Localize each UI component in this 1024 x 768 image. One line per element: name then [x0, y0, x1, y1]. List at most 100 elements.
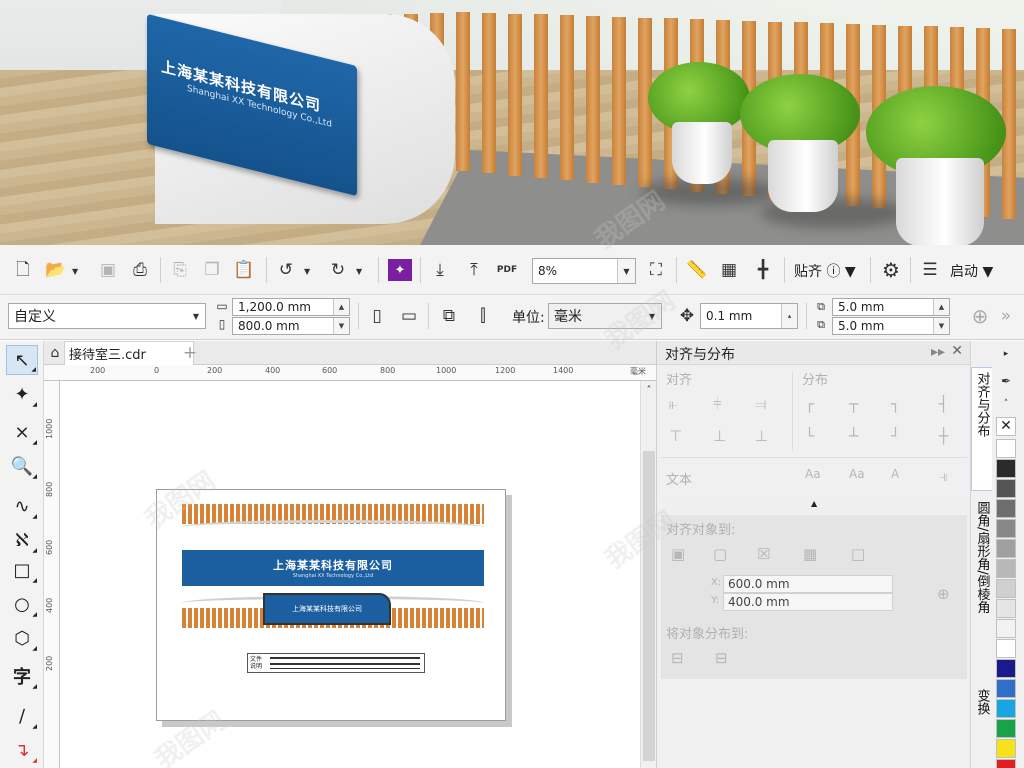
close-icon[interactable]: ✕ [951, 343, 963, 359]
color-swatch[interactable] [996, 599, 1016, 618]
document-page[interactable]: 上海某某科技有限公司 Shanghai XX Technology Co.,Lt… [156, 489, 506, 721]
launch-app-icon[interactable]: ☰ [918, 259, 942, 281]
new-document-icon[interactable]: 🗋 [10, 259, 36, 281]
chevron-up-icon[interactable]: ˄ [643, 385, 655, 397]
paste-icon[interactable]: 📋 [232, 259, 256, 281]
palette-scroll-up-icon[interactable]: ▸ [996, 347, 1016, 361]
chevron-up-icon[interactable]: ▲ [811, 499, 817, 508]
launch-menu[interactable]: 启动 ▼ [950, 261, 993, 281]
distribute-vspacing-icon[interactable]: ┘ [891, 427, 900, 445]
ellipse-tool-icon[interactable]: ○ ◢ [6, 589, 38, 619]
vertical-ruler[interactable]: 1000 800 600 400 200 [44, 381, 60, 768]
distribute-left-icon[interactable]: ┌ [805, 395, 814, 413]
x-coordinate-field[interactable]: 600.0 mm [723, 575, 893, 593]
page-size-select[interactable]: 自定义 ▼ [8, 303, 206, 329]
full-screen-icon[interactable]: ⛶ [644, 259, 668, 281]
distribute-middle-icon[interactable]: ┴ [849, 427, 858, 445]
specified-point-icon[interactable]: □ [851, 545, 865, 563]
align-top-icon[interactable]: ⊤ [669, 427, 682, 445]
import-icon[interactable]: ⤓ [428, 259, 452, 281]
freehand-tool-icon[interactable]: ∿ ◢ [6, 491, 38, 521]
pick-tool-icon[interactable]: ↖ ◢ [6, 345, 38, 375]
text-tool-icon[interactable]: 字 ◢ [6, 661, 38, 691]
vertical-scrollbar[interactable]: ˄ [640, 381, 656, 768]
color-swatch[interactable] [996, 699, 1016, 718]
company-sign-artwork[interactable]: 上海某某科技有限公司 Shanghai XX Technology Co.,Lt… [182, 550, 484, 586]
color-swatch[interactable] [996, 719, 1016, 738]
desk-sign-artwork[interactable]: 上海某某科技有限公司 [263, 593, 391, 625]
duplicate-distance-y-field[interactable]: 5.0 mm ▼ [832, 317, 950, 335]
zoom-tool-icon[interactable]: 🔍 ◢ [6, 451, 38, 481]
text-baseline-icon[interactable]: Aa [805, 467, 821, 481]
align-bottom-icon[interactable]: ⊥ [755, 427, 768, 445]
current-page-icon[interactable]: ⫿ [470, 304, 496, 328]
color-swatch[interactable] [996, 639, 1016, 658]
save-icon[interactable]: ▣ [96, 259, 120, 281]
chevron-down-icon[interactable]: ▼ [304, 267, 310, 276]
nudge-spinner[interactable]: ▴ [781, 304, 797, 328]
dup-x-spinner[interactable]: ▲ [933, 299, 949, 315]
tab-fillet-scallop-chamfer[interactable]: 圆角/扇形角/倒棱角 [971, 497, 993, 657]
shape-tool-icon[interactable]: ✦ ◢ [6, 379, 38, 409]
color-swatch[interactable] [996, 759, 1016, 768]
align-right-icon[interactable]: ⫤ [755, 395, 766, 413]
distribute-bottom-icon[interactable]: ┼ [939, 427, 948, 445]
palette-scroll-icon[interactable]: ˄ [996, 397, 1016, 411]
search-content-icon[interactable]: ✦ [388, 259, 412, 281]
distribute-center-icon[interactable]: ┬ [849, 395, 858, 413]
color-swatch[interactable] [996, 579, 1016, 598]
open-folder-icon[interactable]: 📂 [44, 259, 68, 281]
snap-to-menu[interactable]: 贴齐 ⓘ ▼ [794, 261, 856, 281]
text-bbox-icon[interactable]: A [891, 467, 899, 481]
artistic-media-icon[interactable]: ℵ ◢ [6, 525, 38, 555]
polygon-tool-icon[interactable]: ⬡ ◢ [6, 623, 38, 653]
distribute-right-icon[interactable]: ┤ [939, 395, 948, 413]
undo-icon[interactable]: ↺ [274, 259, 298, 281]
eyedropper-icon[interactable]: ✒ [996, 371, 1016, 391]
color-swatch[interactable] [996, 679, 1016, 698]
show-guidelines-icon[interactable]: ╋ [750, 259, 776, 281]
pick-point-icon[interactable]: ⊕ [937, 585, 950, 603]
height-spinner[interactable]: ▼ [333, 318, 349, 334]
add-tab-icon[interactable]: + [180, 343, 200, 363]
chevron-down-icon[interactable]: ▼ [187, 304, 205, 328]
landscape-icon[interactable]: ▭ [396, 304, 422, 328]
crop-tool-icon[interactable]: ⨯ ◢ [6, 417, 38, 447]
color-swatch[interactable] [996, 619, 1016, 638]
distribute-page-icon[interactable]: ⊟ [715, 649, 728, 667]
connector-tool-icon[interactable]: ↴ ◢ [6, 735, 38, 765]
units-select[interactable]: 毫米 ▼ [548, 303, 662, 329]
color-swatch[interactable] [996, 559, 1016, 578]
redo-icon[interactable]: ↻ [326, 259, 350, 281]
publish-pdf-icon[interactable]: PDF [494, 259, 520, 281]
nudge-distance-field[interactable]: 0.1 mm ▴ [700, 303, 798, 329]
page-edge-icon[interactable]: ▢ [713, 545, 727, 563]
print-icon[interactable]: ⎙ [128, 259, 152, 281]
scrollbar-thumb[interactable] [643, 451, 655, 761]
grid-icon[interactable]: ▦ [803, 545, 817, 563]
color-swatch[interactable] [996, 539, 1016, 558]
more-options-icon[interactable]: » [996, 304, 1016, 328]
dup-y-spinner[interactable]: ▼ [933, 318, 949, 334]
portrait-icon[interactable]: ▯ [366, 304, 388, 328]
align-left-icon[interactable]: ⫦ [669, 395, 677, 413]
duplicate-distance-x-field[interactable]: 5.0 mm ▲ [832, 298, 950, 316]
chevron-down-icon[interactable]: ▼ [643, 304, 661, 328]
align-center-v-icon[interactable]: ⊥ [713, 427, 726, 445]
file-note-box[interactable]: 文件 说明 [247, 653, 425, 673]
all-pages-icon[interactable]: ⧉ [436, 304, 462, 328]
text-line-icon[interactable]: Aa [849, 467, 865, 481]
color-swatch[interactable] [996, 519, 1016, 538]
docker-expand-icon[interactable]: ▸▸ [931, 344, 945, 360]
align-center-h-icon[interactable]: ⫩ [713, 395, 722, 413]
zoom-level-select[interactable]: 8% ▼ [532, 258, 636, 284]
color-swatch[interactable] [996, 739, 1016, 758]
chevron-down-icon[interactable]: ▼ [617, 259, 635, 283]
distribute-spacing-icon[interactable]: ┐ [891, 395, 900, 413]
add-toolbar-icon[interactable]: ⊕ [968, 304, 992, 328]
copy-icon[interactable]: ❐ [200, 259, 224, 281]
page-center-icon[interactable]: ☒ [757, 545, 770, 563]
width-spinner[interactable]: ▲ [333, 299, 349, 315]
color-swatch[interactable] [996, 439, 1016, 458]
show-rulers-icon[interactable]: 📏 [684, 259, 710, 281]
